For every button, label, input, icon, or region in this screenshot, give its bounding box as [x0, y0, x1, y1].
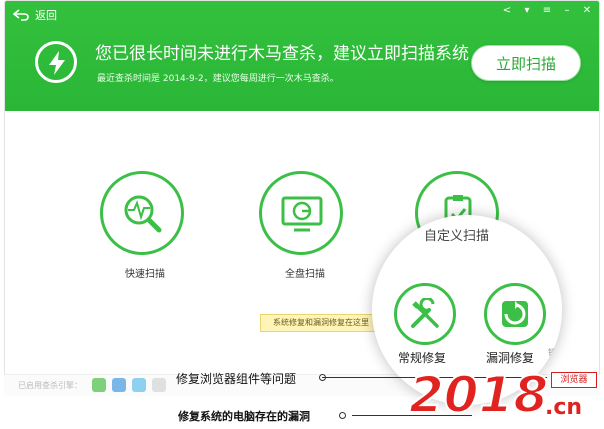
vuln-repair-button[interactable] [484, 283, 546, 345]
lightning-alert-icon [35, 41, 77, 83]
engine-icon-1 [92, 378, 106, 392]
back-label: 返回 [35, 9, 57, 22]
engine-label: 已启用查杀引擎： [18, 381, 82, 390]
watermark-brand: 2018 [409, 366, 548, 424]
status-header: 返回 < ▾ ≡ – ✕ 您已很长时间未进行木马查杀，建议立即扫描系统 最近查杀… [5, 1, 599, 111]
quick-scan-label: 快速扫描 [125, 269, 165, 280]
full-scan-button[interactable] [259, 171, 343, 255]
monitor-icon [281, 196, 323, 232]
browser-repair-note: 修复浏览器组件等问题 [176, 372, 297, 386]
engine-icon-4 [152, 378, 166, 392]
header-title: 您已很长时间未进行木马查杀，建议立即扫描系统 [95, 44, 469, 64]
app-root: 返回 < ▾ ≡ – ✕ 您已很长时间未进行木马查杀，建议立即扫描系统 最近查杀… [0, 0, 604, 429]
minimize-icon[interactable]: – [561, 5, 573, 17]
watermark-suffix: .cn [545, 395, 582, 420]
regular-repair-button[interactable] [394, 283, 456, 345]
menu-icon[interactable]: ≡ [541, 5, 553, 17]
header-subtitle: 最近查杀时间是 2014-9-2，建议您每周进行一次木马查杀。 [97, 74, 339, 84]
scan-now-button[interactable]: 立即扫描 [471, 45, 581, 81]
shirt-icon[interactable]: ▾ [521, 5, 533, 17]
quick-scan-button[interactable] [100, 171, 184, 255]
window-controls: < ▾ ≡ – ✕ [501, 5, 593, 17]
callout-dot-2 [339, 412, 346, 419]
lens-custom-scan-label: 自定义扫描 [424, 229, 490, 244]
shield-refresh-icon [502, 301, 528, 327]
engine-icon-2 [112, 378, 126, 392]
back-arrow-icon [13, 9, 29, 21]
full-scan-label: 全盘扫描 [285, 269, 325, 280]
site-watermark-logo: 2018 .cn [408, 365, 582, 425]
close-icon[interactable]: ✕ [581, 5, 593, 17]
system-repair-note: 修复系统的电脑存在的漏洞 [178, 410, 310, 423]
engine-icon-3 [132, 378, 146, 392]
wrench-screwdriver-icon [411, 298, 439, 328]
back-button[interactable]: 返回 [13, 7, 57, 23]
share-icon[interactable]: < [501, 5, 513, 17]
magnifier-pulse-icon [124, 195, 162, 233]
